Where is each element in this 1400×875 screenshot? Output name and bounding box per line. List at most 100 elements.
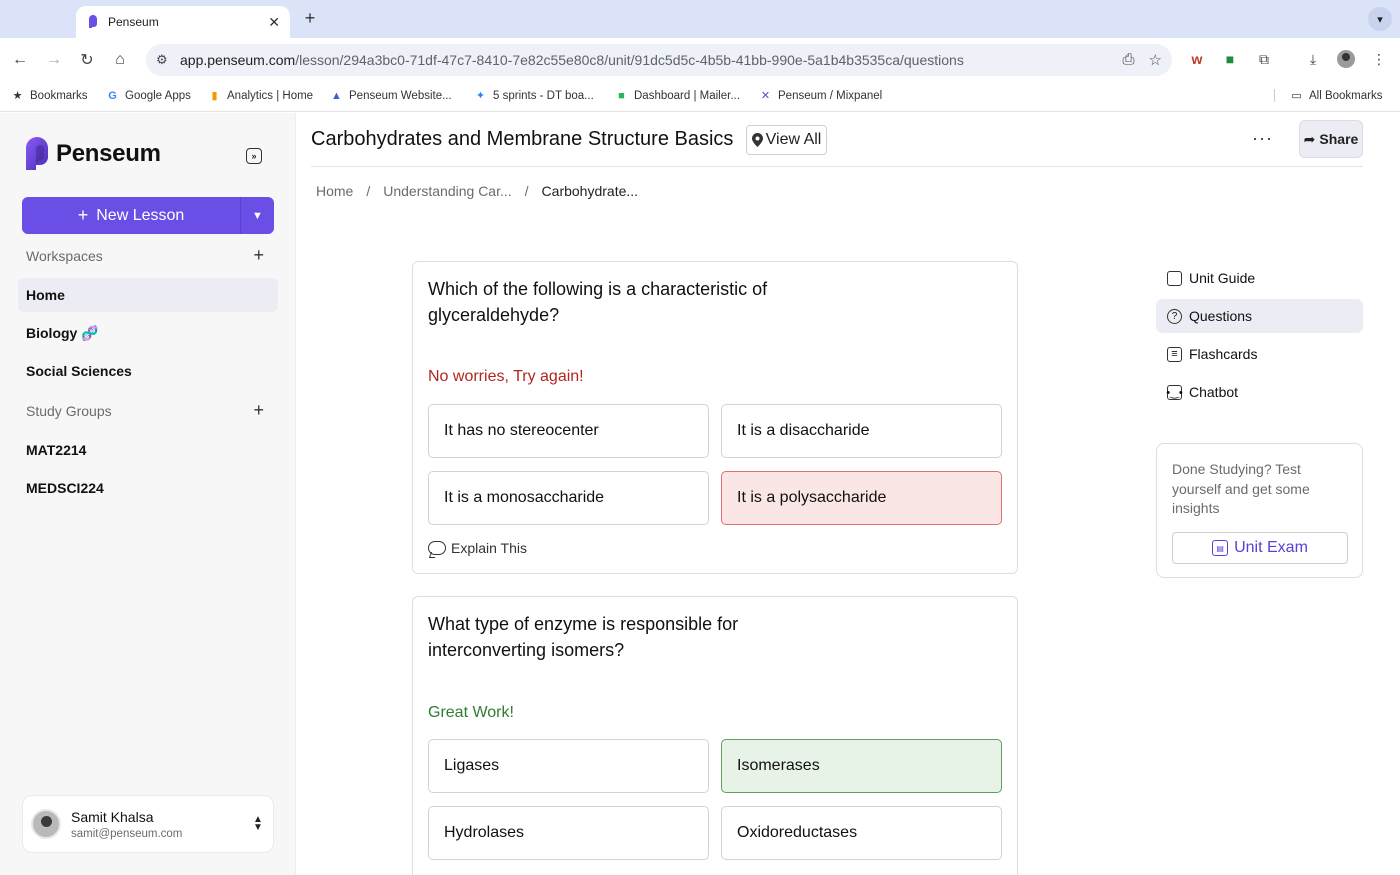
answer-option[interactable]: It has no stereocenter bbox=[428, 404, 709, 458]
question-card: Which of the following is a characterist… bbox=[412, 261, 1018, 574]
sidebar-item-biology[interactable]: Biology 🧬 bbox=[18, 316, 278, 350]
share-button[interactable]: ➦ Share bbox=[1299, 120, 1363, 158]
bookmark-item[interactable]: ✦ 5 sprints - DT boa... bbox=[474, 89, 594, 103]
url-path: /lesson/294a3bc0-71df-47c7-8410-7e82c55e… bbox=[295, 52, 964, 68]
breadcrumb-unit: Carbohydrate... bbox=[541, 183, 639, 199]
more-options-icon[interactable]: ··· bbox=[1252, 128, 1273, 149]
map-pin-icon bbox=[751, 133, 763, 147]
plus-icon: + bbox=[77, 205, 89, 225]
nav-unit-guide[interactable]: Unit Guide bbox=[1156, 261, 1363, 295]
mailer-icon: ■ bbox=[618, 89, 625, 102]
bookmark-star-icon[interactable]: ☆ bbox=[1149, 51, 1162, 69]
breadcrumb-home[interactable]: Home bbox=[316, 183, 353, 199]
answer-option[interactable]: It is a disaccharide bbox=[721, 404, 1002, 458]
workspaces-header: Workspaces + bbox=[26, 246, 264, 264]
google-icon: G bbox=[108, 89, 117, 102]
feedback-message: No worries, Try again! bbox=[428, 368, 584, 385]
unit-exam-label: Unit Exam bbox=[1234, 539, 1308, 556]
browser-tab-bar: Penseum ✕ + ▾ bbox=[0, 0, 1400, 38]
profile-avatar-icon[interactable] bbox=[1335, 48, 1357, 70]
robot-icon: •‿• bbox=[1166, 384, 1183, 400]
nav-chatbot[interactable]: •‿• Chatbot bbox=[1156, 375, 1363, 409]
forward-arrow-icon[interactable]: → bbox=[42, 48, 66, 72]
sidebar-item-mat2214[interactable]: MAT2214 bbox=[18, 433, 278, 467]
unit-exam-button[interactable]: ▤ Unit Exam bbox=[1172, 532, 1348, 564]
reload-icon[interactable]: ↻ bbox=[75, 48, 99, 72]
bookmark-item[interactable]: ▮ Analytics | Home bbox=[208, 89, 313, 103]
triangle-icon: ▲ bbox=[331, 89, 342, 102]
extension-w-icon[interactable]: w bbox=[1186, 48, 1208, 70]
address-bar[interactable]: ⚙ app.penseum.com/lesson/294a3bc0-71df-4… bbox=[146, 44, 1172, 76]
new-lesson-dropdown-chevron-icon[interactable]: ▼ bbox=[240, 197, 274, 234]
tab-search-chevron-icon[interactable]: ▾ bbox=[1368, 7, 1392, 31]
extensions-puzzle-icon[interactable]: ⧉ bbox=[1253, 48, 1275, 70]
book-icon bbox=[1167, 270, 1182, 286]
page-title: Carbohydrates and Membrane Structure Bas… bbox=[311, 128, 734, 150]
bookmark-item[interactable]: ✕ Penseum / Mixpanel bbox=[759, 89, 882, 103]
workspaces-label: Workspaces bbox=[26, 248, 103, 264]
answer-option[interactable]: Oxidoreductases bbox=[721, 806, 1002, 860]
chat-bubble-icon bbox=[428, 541, 446, 555]
bookmark-item[interactable]: ▲ Penseum Website... bbox=[330, 89, 452, 102]
new-tab-button[interactable]: + bbox=[300, 8, 320, 29]
avatar bbox=[31, 809, 61, 839]
answer-option-correct[interactable]: Isomerases bbox=[721, 739, 1002, 793]
download-icon[interactable]: ⤓ bbox=[1302, 48, 1324, 70]
breadcrumb-lesson[interactable]: Understanding Car... bbox=[383, 183, 511, 199]
browser-menu-icon[interactable]: ⋮ bbox=[1368, 48, 1390, 70]
nav-questions[interactable]: ? Questions bbox=[1156, 299, 1363, 333]
penseum-logo[interactable]: Penseum bbox=[24, 137, 161, 171]
study-groups-header: Study Groups + bbox=[26, 401, 264, 419]
share-label: Share bbox=[1319, 131, 1359, 147]
install-app-icon[interactable]: ⎙ bbox=[1123, 51, 1135, 69]
question-icon: ? bbox=[1167, 308, 1182, 324]
answer-option-incorrect[interactable]: It is a polysaccharide bbox=[721, 471, 1002, 525]
collapse-sidebar-icon[interactable]: » bbox=[246, 148, 262, 164]
star-icon: ★ bbox=[12, 90, 23, 102]
site-settings-icon[interactable]: ⚙ bbox=[156, 52, 176, 68]
question-text: What type of enzyme is responsible for i… bbox=[428, 614, 739, 660]
answer-option[interactable]: It is a monosaccharide bbox=[428, 471, 709, 525]
new-lesson-main[interactable]: + New Lesson bbox=[22, 197, 240, 234]
browser-tab[interactable]: Penseum ✕ bbox=[76, 6, 290, 38]
answer-option[interactable]: Ligases bbox=[428, 739, 709, 793]
add-workspace-icon[interactable]: + bbox=[253, 246, 264, 264]
unit-exam-card: Done Studying? Test yourself and get som… bbox=[1156, 443, 1363, 578]
tab-title: Penseum bbox=[108, 15, 159, 29]
question-card: What type of enzyme is responsible for i… bbox=[412, 596, 1018, 875]
explain-this-button[interactable]: Explain This bbox=[428, 540, 527, 556]
bookmarks-bar: ★ Bookmarks G Google Apps ▮ Analytics | … bbox=[0, 82, 1400, 112]
url-host: app.penseum.com bbox=[180, 52, 296, 68]
question-text: Which of the following is a characterist… bbox=[428, 279, 768, 325]
explain-this-label: Explain This bbox=[451, 540, 528, 556]
view-all-button[interactable]: View All bbox=[746, 125, 827, 155]
sidebar-item-home[interactable]: Home bbox=[18, 278, 278, 312]
breadcrumb-separator: / bbox=[366, 183, 371, 199]
bookmark-item[interactable]: ★ Bookmarks bbox=[11, 89, 88, 103]
breadcrumb: Home / Understanding Car... / Carbohydra… bbox=[316, 183, 638, 199]
home-icon[interactable]: ⌂ bbox=[108, 48, 132, 72]
mixpanel-icon: ✕ bbox=[760, 90, 771, 102]
bookmark-item[interactable]: G Google Apps bbox=[106, 89, 191, 102]
answer-option[interactable]: Hydrolases bbox=[428, 806, 709, 860]
share-arrow-icon: ➦ bbox=[1303, 130, 1316, 147]
header-divider bbox=[311, 166, 1363, 167]
nav-flashcards[interactable]: ≡ Flashcards bbox=[1156, 337, 1363, 371]
all-bookmarks[interactable]: ▭ All Bookmarks bbox=[1274, 89, 1383, 102]
sidebar-item-medsci224[interactable]: MEDSCI224 bbox=[18, 471, 278, 505]
user-menu[interactable]: Samit Khalsa samit@penseum.com ▲ ▼ bbox=[22, 795, 274, 853]
analytics-icon: ▮ bbox=[211, 90, 218, 102]
back-arrow-icon[interactable]: ← bbox=[8, 48, 32, 72]
sidebar-item-social-sciences[interactable]: Social Sciences bbox=[18, 354, 278, 388]
jira-icon: ✦ bbox=[475, 90, 486, 102]
bookmark-item[interactable]: ■ Dashboard | Mailer... bbox=[615, 89, 740, 102]
exam-sheet-icon: ▤ bbox=[1212, 540, 1229, 556]
sidebar: Penseum » + New Lesson ▼ Workspaces + Ho… bbox=[0, 113, 296, 875]
penseum-favicon-icon bbox=[89, 15, 97, 28]
add-study-group-icon[interactable]: + bbox=[253, 401, 264, 419]
new-lesson-button[interactable]: + New Lesson ▼ bbox=[22, 197, 274, 234]
sort-chevrons-icon[interactable]: ▲ ▼ bbox=[243, 815, 273, 833]
tab-close-icon[interactable]: ✕ bbox=[268, 14, 280, 31]
view-all-label: View All bbox=[765, 131, 822, 148]
extension-green-icon[interactable]: ■ bbox=[1219, 48, 1241, 70]
